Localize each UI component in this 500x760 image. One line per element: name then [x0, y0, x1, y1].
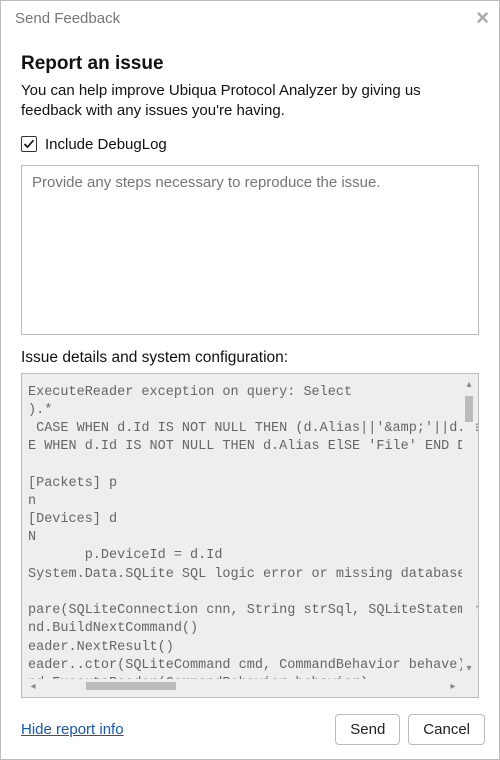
check-icon: [23, 138, 35, 150]
issue-details-label: Issue details and system configuration:: [21, 349, 479, 367]
cancel-button[interactable]: Cancel: [408, 714, 485, 745]
window-title: Send Feedback: [15, 10, 120, 27]
include-debuglog-checkbox[interactable]: [21, 136, 37, 152]
scroll-left-icon[interactable]: ◂: [26, 679, 40, 693]
footer: Hide report info Send Cancel: [1, 710, 499, 759]
page-title: Report an issue: [21, 53, 479, 75]
issue-details-scroll[interactable]: ExecuteReader exception on query: Select…: [22, 374, 478, 698]
hide-report-info-link[interactable]: Hide report info: [21, 721, 124, 738]
feedback-dialog: Send Feedback × Report an issue You can …: [0, 0, 500, 760]
button-row: Send Cancel: [335, 714, 485, 745]
vertical-scroll-thumb[interactable]: [465, 396, 473, 422]
description-text: You can help improve Ubiqua Protocol Ana…: [21, 81, 479, 122]
content-area: Report an issue You can help improve Ubi…: [1, 35, 499, 710]
titlebar: Send Feedback ×: [1, 1, 499, 35]
horizontal-scroll-thumb[interactable]: [86, 682, 176, 690]
send-button[interactable]: Send: [335, 714, 400, 745]
scroll-up-icon[interactable]: ▴: [462, 378, 476, 392]
scroll-right-icon[interactable]: ▸: [446, 679, 460, 693]
repro-steps-input[interactable]: [21, 165, 479, 335]
include-debuglog-label: Include DebugLog: [45, 136, 167, 153]
include-debuglog-row: Include DebugLog: [21, 136, 479, 153]
scroll-down-icon[interactable]: ▾: [462, 661, 476, 675]
vertical-scrollbar[interactable]: ▴ ▾: [462, 378, 476, 676]
close-icon[interactable]: ×: [476, 7, 489, 29]
issue-details-text: ExecuteReader exception on query: Select…: [28, 384, 466, 694]
horizontal-scrollbar[interactable]: ◂ ▸: [26, 679, 460, 693]
issue-details-panel: ExecuteReader exception on query: Select…: [21, 373, 479, 699]
